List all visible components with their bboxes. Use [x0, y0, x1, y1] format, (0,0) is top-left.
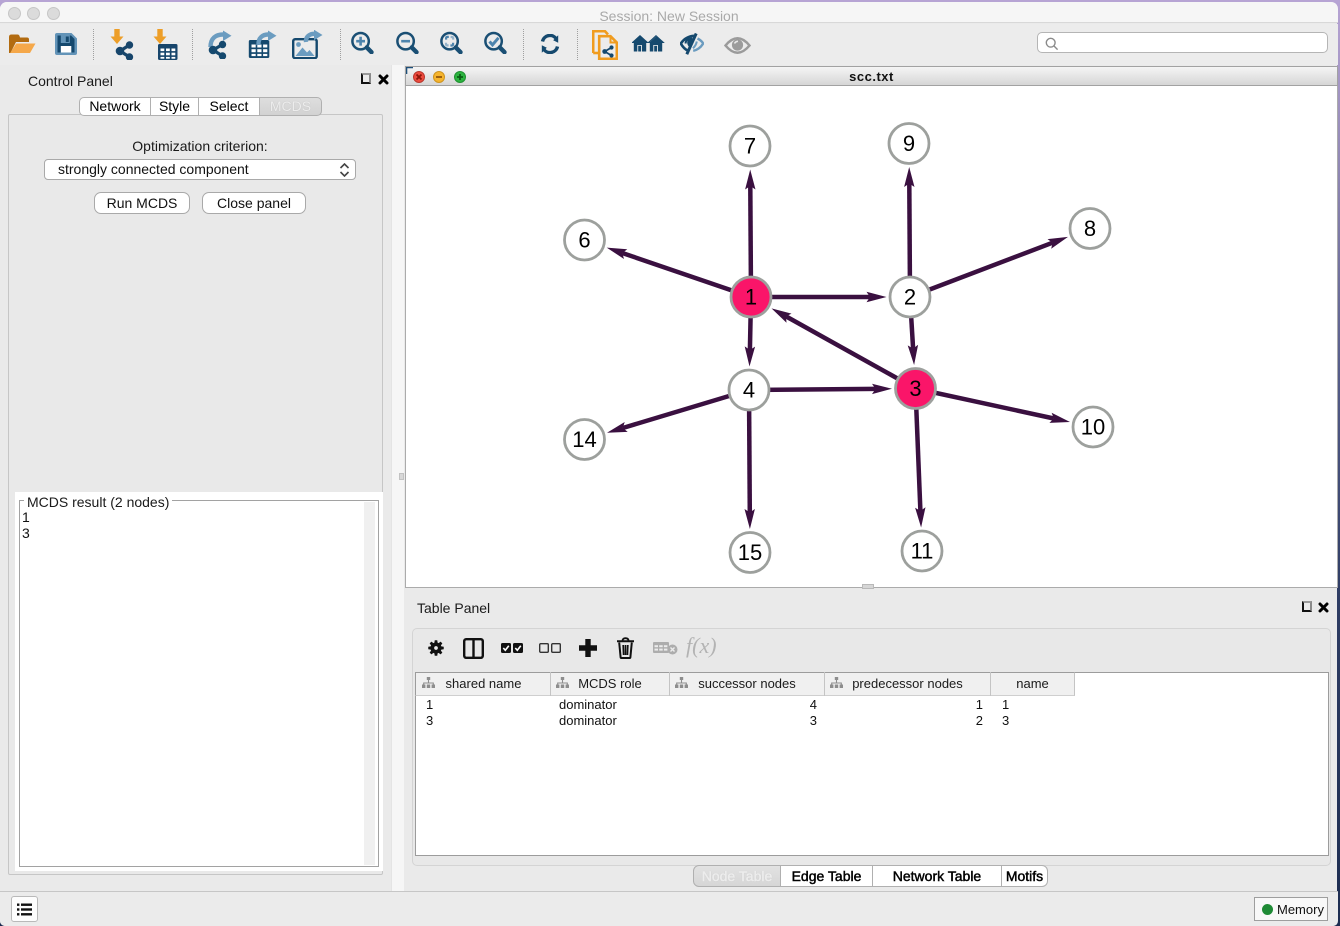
svg-text:14: 14 [572, 427, 596, 452]
svg-text:2: 2 [904, 285, 916, 310]
svg-text:6: 6 [578, 228, 590, 253]
svg-text:4: 4 [743, 378, 755, 403]
svg-text:11: 11 [911, 539, 934, 564]
svg-text:1: 1 [745, 285, 757, 310]
svg-text:15: 15 [738, 540, 762, 565]
svg-text:7: 7 [744, 134, 756, 159]
svg-text:8: 8 [1084, 216, 1096, 241]
svg-text:3: 3 [909, 376, 921, 401]
svg-text:9: 9 [903, 131, 915, 156]
svg-text:10: 10 [1081, 415, 1105, 440]
